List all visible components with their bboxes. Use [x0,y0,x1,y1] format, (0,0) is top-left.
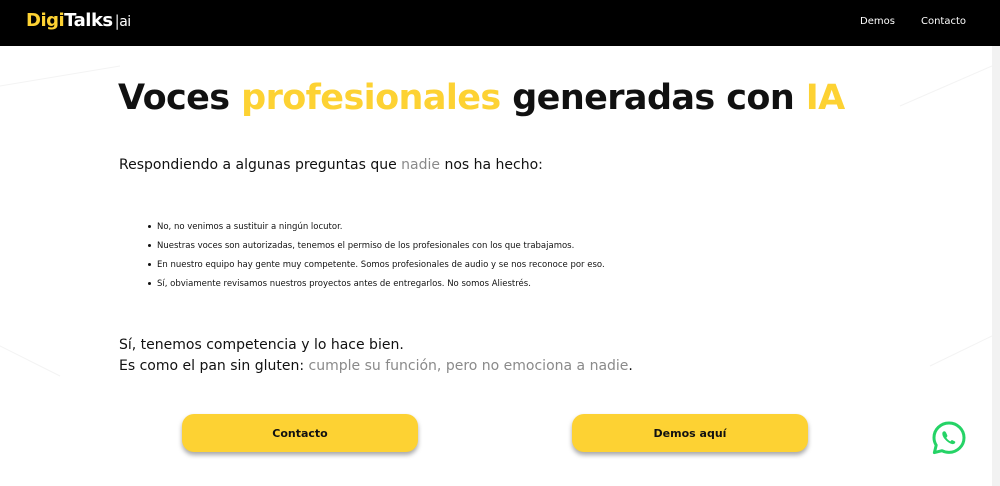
hero-part1: Voces [118,78,242,118]
faq-item: Nuestras voces son autorizadas, tenemos … [148,239,605,258]
logo-separator: | [114,12,120,30]
faq-item: No, no venimos a sustituir a ningún locu… [148,220,605,239]
faq-item: Sí, obviamente revisamos nuestros proyec… [148,277,605,296]
top-navbar: Digi Talks | ai Demos Contacto [0,0,1000,46]
faq-list: No, no venimos a sustituir a ningún locu… [148,220,605,296]
page-scrollbar[interactable] [992,46,1000,486]
nav-link-contacto[interactable]: Contacto [921,16,966,27]
hero-highlight-ia: IA [805,78,846,118]
intro-before: Respondiendo a algunas preguntas que [119,157,402,173]
whatsapp-icon [932,421,966,455]
hero-title: Voces profesionales generadas con IA [118,78,845,118]
outro-line2: Es como el pan sin gluten: cumple su fun… [119,356,633,377]
faq-item: En nuestro equipo hay gente muy competen… [148,258,605,277]
outro-text: Sí, tenemos competencia y lo hace bien. … [119,335,633,377]
intro-text: Respondiendo a algunas preguntas que nad… [119,157,543,173]
outro-line2-after: . [628,358,633,374]
logo-ai-text: ai [119,14,131,30]
whatsapp-button[interactable] [931,420,967,456]
hero-part2: generadas con [500,78,806,118]
intro-muted: nadie [401,157,441,173]
demos-button[interactable]: Demos aquí [572,414,808,452]
brand-logo[interactable]: Digi Talks | ai [26,10,131,31]
logo-digi-text: Digi [26,10,65,31]
outro-line1: Sí, tenemos competencia y lo hace bien. [119,337,404,353]
intro-after: nos ha hecho: [440,157,543,173]
nav-link-demos[interactable]: Demos [860,16,895,27]
contact-button[interactable]: Contacto [182,414,418,452]
nav-menu: Demos Contacto [860,16,966,27]
outro-line2-muted: cumple su función, pero no emociona a na… [308,358,629,374]
outro-line2-before: Es como el pan sin gluten: [119,358,309,374]
hero-highlight-profesionales: profesionales [241,78,501,118]
logo-talks-text: Talks [64,10,113,31]
